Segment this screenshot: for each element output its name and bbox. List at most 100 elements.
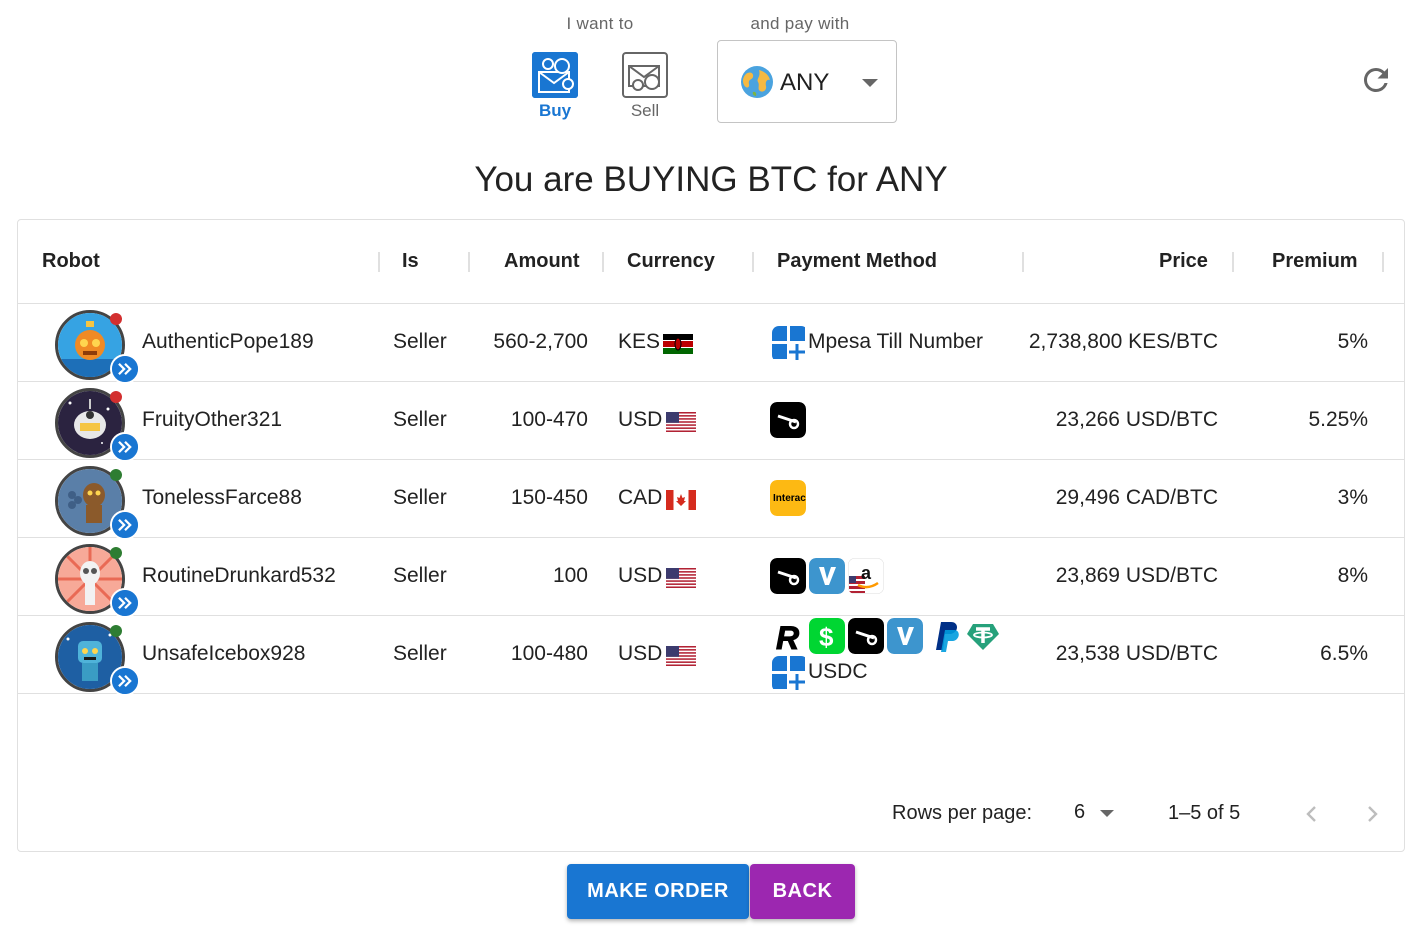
robot-name: RoutineDrunkard532 <box>142 564 336 587</box>
header-robot[interactable]: Robot <box>42 250 100 273</box>
venmo-icon <box>887 618 923 654</box>
buy-icon <box>532 52 578 98</box>
interac-text: Interac <box>773 493 806 504</box>
currency: USD <box>618 642 663 665</box>
table-row[interactable]: AuthenticPope189 Seller 560-2,700 KES Mp… <box>18 304 1404 384</box>
status-dot-online <box>110 547 122 559</box>
table-row[interactable]: UnsafeIcebox928 Seller 100-480 USD R $ U… <box>18 616 1404 696</box>
usdc-icon <box>772 656 805 690</box>
refresh-icon[interactable] <box>1358 62 1394 98</box>
column-separator[interactable] <box>1382 252 1384 272</box>
column-separator[interactable] <box>1232 252 1234 272</box>
price: 2,738,800 KES/BTC <box>1028 330 1218 353</box>
premium: 8% <box>1337 564 1368 587</box>
usa-flag-icon <box>666 568 696 588</box>
strike-icon <box>848 618 884 654</box>
column-separator[interactable] <box>752 252 754 272</box>
robot-name: TonelessFarce88 <box>142 486 302 509</box>
previous-page-button[interactable] <box>1292 794 1332 834</box>
revolut-icon: R <box>770 618 806 654</box>
svg-text:$: $ <box>819 622 834 652</box>
kenya-flag-icon <box>663 334 693 354</box>
sell-icon <box>622 52 668 98</box>
header-currency[interactable]: Currency <box>627 250 715 273</box>
buy-label: Buy <box>538 101 572 120</box>
table-row[interactable]: RoutineDrunkard532 Seller 100 USD a 23,8… <box>18 538 1404 618</box>
strike-icon <box>770 558 806 594</box>
header-payment-method[interactable]: Payment Method <box>777 250 937 273</box>
column-separator[interactable] <box>378 252 380 272</box>
payment-method-text: Mpesa Till Number <box>808 330 984 353</box>
status-dot-offline <box>110 313 122 325</box>
side: Seller <box>393 486 447 509</box>
svg-text:a: a <box>861 563 872 583</box>
price: 29,496 CAD/BTC <box>1055 486 1218 509</box>
usa-flag-icon <box>666 646 696 666</box>
rows-per-page-value: 6 <box>1074 801 1086 823</box>
premium: 3% <box>1337 486 1368 509</box>
table-row[interactable]: FruityOther321 Seller 100-470 USD 23,266… <box>18 382 1404 462</box>
table-header: Robot Is Amount Currency Payment Method … <box>18 220 1404 304</box>
side: Seller <box>393 564 447 587</box>
double-chevron-right-icon[interactable] <box>110 666 140 696</box>
next-page-button[interactable] <box>1352 794 1392 834</box>
order-book-table: Robot Is Amount Currency Payment Method … <box>17 219 1405 852</box>
cashapp-icon: $ <box>809 618 845 654</box>
mpesa-icon <box>772 326 805 360</box>
side: Seller <box>393 642 447 665</box>
pay-with-label: and pay with <box>750 14 850 33</box>
amount: 100-480 <box>510 642 588 665</box>
chevron-down-icon <box>862 79 878 87</box>
page-title: You are BUYING BTC for ANY <box>474 160 948 199</box>
table-row[interactable]: TonelessFarce88 Seller 150-450 CAD Inter… <box>18 460 1404 540</box>
chevron-down-icon <box>1100 810 1114 817</box>
globe-icon <box>741 66 773 98</box>
status-dot-online <box>110 469 122 481</box>
price: 23,266 USD/BTC <box>1055 408 1218 431</box>
usa-flag-icon <box>666 412 696 432</box>
venmo-icon <box>809 558 845 594</box>
header-price[interactable]: Price <box>1159 250 1208 273</box>
header-is[interactable]: Is <box>402 250 419 273</box>
column-separator[interactable] <box>602 252 604 272</box>
sell-toggle[interactable]: Sell <box>610 52 680 124</box>
strike-icon <box>770 402 806 438</box>
amazon-us-icon: a <box>848 558 884 594</box>
price: 23,869 USD/BTC <box>1055 564 1218 587</box>
currency: CAD <box>618 486 663 509</box>
currency-select[interactable]: ANY <box>717 40 897 123</box>
payment-method-text: USDC <box>808 660 868 683</box>
rows-per-page-label: Rows per page: <box>892 802 1033 824</box>
status-dot-offline <box>110 391 122 403</box>
status-dot-online <box>110 625 122 637</box>
premium: 6.5% <box>1320 642 1368 665</box>
interac-icon: Interac <box>770 480 806 516</box>
canada-flag-icon <box>666 490 696 510</box>
robot-name: UnsafeIcebox928 <box>142 642 306 665</box>
chevron-left-icon <box>1306 806 1316 822</box>
paypal-icon <box>936 622 959 652</box>
double-chevron-right-icon[interactable] <box>110 588 140 618</box>
double-chevron-right-icon[interactable] <box>110 354 140 384</box>
currency: USD <box>618 408 663 431</box>
double-chevron-right-icon[interactable] <box>110 432 140 462</box>
side: Seller <box>393 330 447 353</box>
header-premium[interactable]: Premium <box>1272 250 1358 273</box>
amount: 150-450 <box>510 486 588 509</box>
robot-name: FruityOther321 <box>142 408 283 431</box>
back-button[interactable]: BACK <box>750 864 855 919</box>
rows-per-page-select[interactable]: 6 <box>1068 796 1122 830</box>
double-chevron-right-icon[interactable] <box>110 510 140 540</box>
buy-toggle[interactable]: Buy <box>520 52 590 124</box>
sell-label: Sell <box>630 101 660 120</box>
want-label: I want to <box>566 14 634 33</box>
currency: KES <box>618 330 661 353</box>
make-order-button[interactable]: MAKE ORDER <box>567 864 749 919</box>
header-amount[interactable]: Amount <box>504 250 580 273</box>
robot-name: AuthenticPope189 <box>142 330 314 353</box>
column-separator[interactable] <box>468 252 470 272</box>
column-separator[interactable] <box>1022 252 1024 272</box>
chevron-right-icon <box>1368 806 1378 822</box>
price: 23,538 USD/BTC <box>1055 642 1218 665</box>
svg-text:R: R <box>776 620 799 654</box>
